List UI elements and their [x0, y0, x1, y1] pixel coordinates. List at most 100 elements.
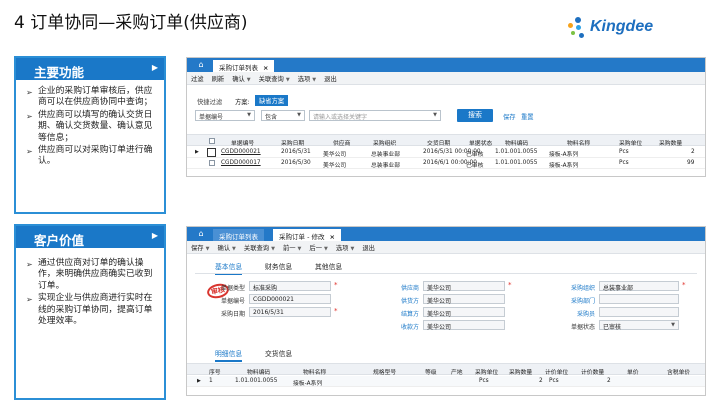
save-button[interactable]: 保存 ▼	[191, 243, 209, 252]
col-header[interactable]: 采购单位	[619, 138, 642, 147]
arrow-bullet-icon: ➢	[26, 260, 33, 269]
supplier-field[interactable]: 美华公司	[423, 281, 505, 292]
operator-select[interactable]: 包含 ▼	[261, 110, 305, 121]
customer-value-panel: 客户价值 ▶ ➢ 通过供应商对订单的确认操作，来明确供应商确实已收到订单。 ➢ 实现…	[14, 224, 166, 400]
cell: 接板-A系列	[293, 381, 323, 387]
purchase-date-field[interactable]: 2016/5/31	[249, 307, 331, 317]
exit-button[interactable]: 退出	[362, 243, 375, 252]
home-icon[interactable]: ⌂	[191, 60, 211, 70]
chevron-down-icon: ▼	[271, 245, 275, 252]
chevron-down-icon: ▼	[205, 245, 210, 252]
col-header[interactable]: 计价数量	[581, 367, 604, 376]
field-label[interactable]: 供货方	[383, 296, 419, 305]
tab-delivery-info[interactable]: 交货信息	[265, 348, 292, 358]
next-button[interactable]: 后一 ▼	[309, 243, 327, 252]
refresh-button[interactable]: 刷新	[212, 74, 225, 83]
po-list-tabbar: ⌂ 采购订单列表 ×	[187, 58, 705, 72]
options-button[interactable]: 选项 ▼	[336, 243, 354, 252]
save-scheme-link[interactable]: 保存	[503, 112, 516, 121]
tab-other-info[interactable]: 其他信息	[315, 261, 342, 271]
options-button[interactable]: 选项 ▼	[298, 74, 316, 83]
col-header[interactable]: 物料名称	[303, 367, 326, 376]
col-header[interactable]: 规格型号	[373, 367, 396, 376]
confirm-button[interactable]: 确认 ▼	[232, 74, 250, 83]
bill-number-link[interactable]: CGDD000017	[221, 160, 261, 166]
col-header[interactable]: 物料编码	[247, 367, 270, 376]
tab-po-edit[interactable]: 采购订单 - 修改 ×	[273, 229, 341, 241]
search-button[interactable]: 搜索	[457, 109, 493, 122]
col-header[interactable]: 物料名称	[567, 138, 590, 147]
tab-po-list[interactable]: 采购订单列表	[213, 229, 264, 241]
filter-button[interactable]: 过滤	[191, 74, 204, 83]
col-header[interactable]: 物料编码	[505, 138, 528, 147]
bill-number-link[interactable]: CGDD000021	[221, 149, 261, 155]
col-header[interactable]: 交货日期	[427, 138, 450, 147]
po-list-toolbar: 过滤 刷新 确认 ▼ 关联查询 ▼ 选项 ▼ 退出	[187, 72, 705, 85]
table-row[interactable]: ▶ CGDD000021 2016/5/31 美华公司 总装事业部 2016/5…	[187, 147, 705, 158]
field-select[interactable]: 单据编号 ▼	[195, 110, 255, 121]
related-query-button[interactable]: 关联查询 ▼	[259, 74, 290, 83]
chevron-down-icon: ▼	[285, 76, 290, 83]
col-header[interactable]: 计价单位	[545, 367, 568, 376]
arrow-bullet-icon: ➢	[26, 295, 33, 305]
related-query-button[interactable]: 关联查询 ▼	[244, 243, 275, 252]
row-checkbox[interactable]	[209, 160, 215, 166]
col-header[interactable]: 采购单位	[475, 367, 498, 376]
field-label[interactable]: 结算方	[383, 309, 419, 318]
col-header[interactable]: 单据状态	[469, 138, 492, 147]
col-header[interactable]: 供应商	[333, 138, 350, 147]
value-item: ➢ 通过供应商对订单的确认操作，来明确供应商确实已收到订单。	[26, 258, 153, 291]
select-all-checkbox[interactable]	[209, 137, 215, 144]
scheme-default-tag[interactable]: 缺省方案	[255, 95, 289, 106]
col-header[interactable]: 单价	[627, 367, 639, 376]
supply-party-field[interactable]: 美华公司	[423, 294, 505, 305]
col-header[interactable]: 采购数量	[509, 367, 532, 376]
col-header[interactable]: 等级	[425, 367, 437, 376]
cell: Pcs	[549, 378, 559, 384]
field-label[interactable]: 采购部门	[551, 296, 595, 305]
col-header[interactable]: 采购组织	[373, 138, 396, 147]
col-header[interactable]: 序号	[209, 367, 221, 376]
field-label[interactable]: 采购员	[551, 309, 595, 318]
close-icon[interactable]: ×	[263, 64, 268, 72]
field-label[interactable]: 收款方	[383, 322, 419, 331]
field-label[interactable]: 采购组织	[551, 283, 595, 292]
cell: 接板-A系列	[549, 163, 579, 169]
purchase-dept-field[interactable]	[599, 294, 679, 304]
customer-value-header: 客户价值 ▶	[16, 226, 164, 248]
chevron-down-icon: ▼	[324, 245, 328, 252]
po-edit-toolbar: 保存 ▼ 确认 ▼ 关联查询 ▼ 前一 ▼ 后一 ▼ 选项 ▼ 退出	[187, 241, 705, 254]
tab-po-list[interactable]: 采购订单列表 ×	[213, 60, 275, 72]
col-header[interactable]: 采购数量	[659, 138, 682, 147]
chevron-down-icon: ▼	[232, 245, 236, 252]
payee-field[interactable]: 美华公司	[423, 320, 505, 331]
col-header[interactable]: 采购日期	[281, 138, 304, 147]
confirm-button[interactable]: 确认 ▼	[217, 243, 235, 252]
row-checkbox[interactable]	[207, 147, 216, 157]
reset-scheme-link[interactable]: 重置	[521, 112, 534, 121]
settlement-party-field[interactable]: 美华公司	[423, 307, 505, 318]
cell: Pcs	[479, 378, 489, 384]
home-icon[interactable]: ⌂	[191, 229, 211, 239]
close-icon[interactable]: ×	[329, 233, 334, 241]
col-header[interactable]: 产地	[451, 367, 463, 376]
table-row[interactable]: CGDD000017 2016/5/30 美华公司 总装事业部 2016/6/1…	[187, 158, 705, 169]
cell: 总装事业部	[371, 163, 400, 169]
bill-status-field[interactable]: 已审核 ▼	[599, 320, 679, 331]
bill-number-field[interactable]: CGDD000021	[249, 294, 331, 304]
bill-type-field[interactable]: 标准采购	[249, 281, 331, 292]
tab-detail-info[interactable]: 明细信息	[215, 348, 243, 362]
purchase-org-field[interactable]: 总装事业部	[599, 281, 679, 292]
row-pointer-icon: ▶	[197, 378, 201, 384]
previous-button[interactable]: 前一 ▼	[283, 243, 301, 252]
table-row[interactable]: ▶ 1 1.01.001.0055 接板-A系列 Pcs 2 Pcs 2	[187, 376, 705, 387]
search-input[interactable]: 请输入或选择关键字 ▼	[309, 110, 441, 121]
col-header[interactable]: 含税单价	[667, 367, 690, 376]
required-mark: *	[508, 281, 512, 289]
tab-finance-info[interactable]: 财务信息	[265, 261, 292, 271]
col-header[interactable]: 单据编号	[231, 138, 254, 147]
quick-filter-label: 快捷过滤	[197, 99, 223, 106]
exit-button[interactable]: 退出	[324, 74, 337, 83]
field-label[interactable]: 供应商	[383, 283, 419, 292]
purchaser-field[interactable]	[599, 307, 679, 317]
